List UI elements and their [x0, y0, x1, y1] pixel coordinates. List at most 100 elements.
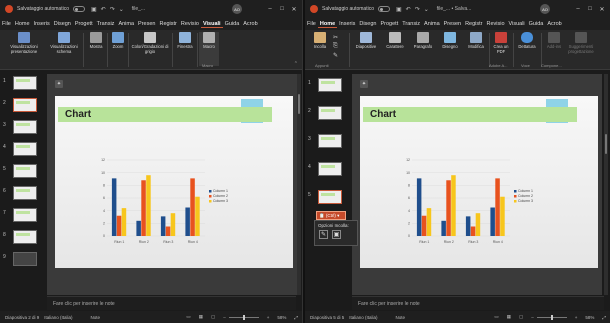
- paste-options-chip[interactable]: 📋 (Ctrl) ▾: [316, 211, 346, 220]
- slides-button[interactable]: Diapositive: [353, 32, 379, 50]
- tab-record[interactable]: Registr: [463, 21, 484, 27]
- normal-view-icon[interactable]: ▭: [186, 314, 190, 320]
- editing-button[interactable]: Modifica: [465, 32, 487, 50]
- designer-icon[interactable]: ✦: [55, 80, 63, 88]
- maximize-icon[interactable]: □: [584, 6, 596, 12]
- tab-file[interactable]: File: [305, 21, 318, 27]
- collapse-ribbon-icon[interactable]: ⌃: [294, 61, 298, 67]
- fit-slide-icon[interactable]: ⤢: [294, 315, 298, 320]
- slide-thumbnail[interactable]: [13, 164, 37, 178]
- slide-thumbnail[interactable]: [318, 134, 342, 148]
- avatar[interactable]: AO: [232, 4, 242, 14]
- language[interactable]: Italiano (Italia): [349, 315, 377, 320]
- tab-view[interactable]: Visuali: [200, 21, 223, 28]
- slide[interactable]: Chart 0 2 4 6 8 10 12 Riun 1 Riun 2 Riun 3 Riun 4 C…: [55, 96, 293, 268]
- zoom-button[interactable]: Zoom: [109, 32, 127, 50]
- undo-icon[interactable]: ↶: [101, 6, 106, 13]
- macro-button[interactable]: Macro: [199, 32, 219, 66]
- zoom-level[interactable]: 58%: [277, 315, 286, 320]
- tab-record[interactable]: Registr: [157, 21, 178, 27]
- language[interactable]: Italiano (Italia): [44, 315, 72, 320]
- notes-pane[interactable]: Fare clic per inserire le note: [352, 296, 604, 310]
- font-button[interactable]: Carattere: [383, 32, 407, 50]
- tab-transitions[interactable]: Transiz: [95, 21, 117, 27]
- tab-design[interactable]: Progett: [73, 21, 95, 27]
- vertical-scrollbar[interactable]: [297, 74, 301, 295]
- tab-draw[interactable]: Disegn: [52, 21, 73, 27]
- undo-icon[interactable]: ↶: [406, 6, 411, 13]
- slide-thumbnail[interactable]: [13, 208, 37, 222]
- create-pdf-button[interactable]: Crea un PDF: [491, 32, 511, 55]
- slide-thumbnail[interactable]: [318, 162, 342, 176]
- paste-picture-icon[interactable]: ▣: [332, 230, 341, 239]
- master-views-button[interactable]: Visualizzazioni schema: [46, 32, 82, 55]
- slide-thumbnail[interactable]: [13, 186, 37, 200]
- slide-thumbnail[interactable]: [318, 78, 342, 92]
- sorter-view-icon[interactable]: ▦: [507, 314, 511, 320]
- presentation-views-button[interactable]: Visualizzazioni presentazione: [4, 32, 44, 55]
- notes-toggle[interactable]: Note: [396, 315, 406, 320]
- zoom-out-icon[interactable]: –: [223, 315, 226, 320]
- save-icon[interactable]: ▣: [396, 6, 402, 13]
- slide[interactable]: Chart 0 2 4 6 8 10 12 Riun 1 Riun 2 Riun 3 Riun 4 C…: [360, 96, 598, 268]
- format-painter-icon[interactable]: ✎: [333, 52, 338, 59]
- tab-help[interactable]: Guida: [223, 21, 242, 27]
- autosave-toggle[interactable]: [377, 6, 390, 12]
- maximize-icon[interactable]: □: [276, 6, 288, 12]
- window-button[interactable]: Finestra: [174, 32, 196, 50]
- tab-help[interactable]: Guida: [527, 21, 546, 27]
- cut-icon[interactable]: ✂: [333, 34, 338, 41]
- tab-home[interactable]: Home: [13, 21, 32, 27]
- paragraph-button[interactable]: Paragrafo: [411, 32, 435, 50]
- zoom-slider[interactable]: [228, 314, 259, 320]
- designer-icon[interactable]: ✦: [360, 80, 368, 88]
- zoom-in-icon[interactable]: +: [575, 315, 578, 320]
- slide-thumbnail-selected[interactable]: [318, 190, 342, 204]
- save-icon[interactable]: ▣: [91, 6, 97, 13]
- show-button[interactable]: Mostra: [86, 32, 106, 50]
- quick-access-icon[interactable]: ⌄: [119, 6, 124, 13]
- normal-view-icon[interactable]: ▭: [494, 314, 498, 320]
- tab-review[interactable]: Revisio: [179, 21, 201, 27]
- paste-button[interactable]: Incolla: [309, 32, 331, 50]
- tab-insert[interactable]: Inseris: [32, 21, 52, 27]
- close-icon[interactable]: ✕: [288, 6, 300, 13]
- redo-icon[interactable]: ↷: [415, 6, 420, 13]
- slide-thumbnail[interactable]: [13, 252, 37, 266]
- sorter-view-icon[interactable]: ▦: [199, 314, 203, 320]
- tab-slideshow[interactable]: Presen: [442, 21, 463, 27]
- tab-slideshow[interactable]: Presen: [136, 21, 157, 27]
- vertical-scrollbar[interactable]: [604, 74, 608, 295]
- notes-toggle[interactable]: Note: [91, 315, 101, 320]
- notes-pane[interactable]: Fare clic per inserire le note: [47, 296, 296, 310]
- tab-animations[interactable]: Anima: [116, 21, 136, 27]
- tab-acrobat[interactable]: Acrob: [545, 21, 563, 27]
- slide-thumbnail[interactable]: [13, 120, 37, 134]
- file-name[interactable]: file_...: [132, 6, 145, 12]
- tab-file[interactable]: File: [0, 21, 13, 27]
- tab-insert[interactable]: Inseris: [337, 21, 357, 27]
- fit-slide-icon[interactable]: ⤢: [602, 315, 606, 320]
- tab-review[interactable]: Revisio: [485, 21, 507, 27]
- tab-view[interactable]: Visuali: [507, 21, 527, 27]
- zoom-slider[interactable]: [536, 314, 567, 320]
- avatar[interactable]: AO: [540, 4, 550, 14]
- slide-thumbnail[interactable]: [318, 106, 342, 120]
- minimize-icon[interactable]: –: [572, 6, 584, 12]
- paste-keep-source-icon[interactable]: ✎: [319, 230, 328, 239]
- slide-title[interactable]: Chart: [58, 107, 272, 122]
- file-name[interactable]: file_... • Salva...: [437, 6, 472, 12]
- redo-icon[interactable]: ↷: [110, 6, 115, 13]
- bar-chart[interactable]: 0 2 4 6 8 10 12 Riun 1 Riun 2 Riun 3 Riun 4 Column …: [93, 156, 233, 246]
- tab-design[interactable]: Progett: [378, 21, 400, 27]
- color-grayscale-button[interactable]: Colori/Gradazioni di grigio: [130, 32, 170, 55]
- dictate-button[interactable]: Dettatura: [515, 32, 539, 50]
- slide-thumbnail[interactable]: [13, 230, 37, 244]
- minimize-icon[interactable]: –: [264, 6, 276, 12]
- reading-view-icon[interactable]: ▢: [211, 314, 215, 320]
- reading-view-icon[interactable]: ▢: [519, 314, 523, 320]
- slide-thumbnail[interactable]: [13, 142, 37, 156]
- zoom-level[interactable]: 58%: [585, 315, 594, 320]
- tab-draw[interactable]: Disegn: [357, 21, 378, 27]
- slide-title[interactable]: Chart: [363, 107, 577, 122]
